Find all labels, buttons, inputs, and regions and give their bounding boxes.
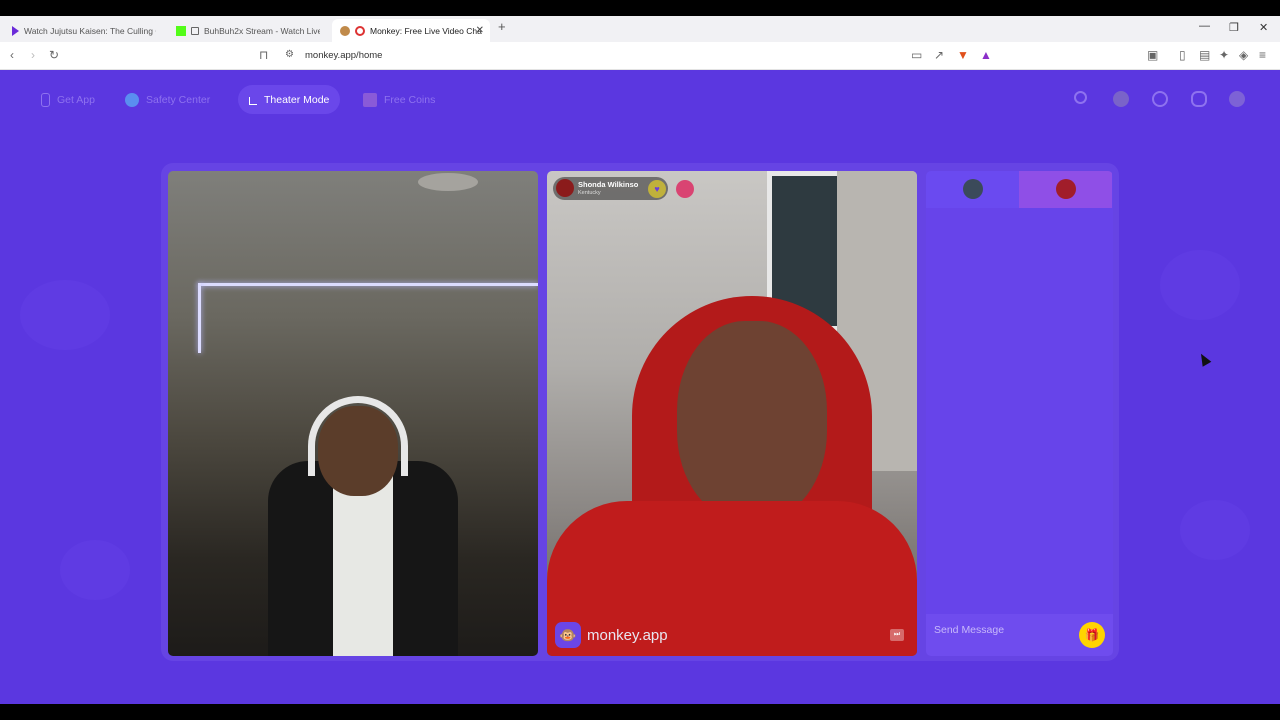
chat-tab-remote[interactable] [1019, 171, 1112, 208]
free-coins-button[interactable]: Free Coins [352, 85, 446, 114]
skip-icon[interactable]: ⏭ [890, 629, 904, 641]
recording-icon [355, 25, 365, 36]
wallet-icon[interactable]: ▤ [1199, 48, 1210, 62]
new-tab-icon[interactable]: + [498, 19, 506, 34]
tab-title: Watch Jujutsu Kaisen: The Culling Ga [24, 25, 156, 36]
chat-input-area: Send Message 🎁 [926, 614, 1113, 656]
play-icon [12, 25, 19, 36]
mute-icon [191, 26, 199, 35]
monkey-menu-icon[interactable] [1229, 91, 1245, 107]
reload-icon[interactable]: ↻ [49, 48, 59, 62]
remote-user-avatar [556, 179, 574, 197]
tab-strip: Watch Jujutsu Kaisen: The Culling Ga Buh… [0, 16, 1280, 42]
cast-icon[interactable]: ▭ [911, 48, 922, 62]
brave-shield-icon[interactable]: ▼ [957, 48, 969, 62]
bg-decoration [1160, 250, 1240, 320]
coins-icon [363, 92, 377, 107]
search-icon[interactable] [1074, 91, 1087, 104]
screenshot-icon[interactable]: ▣ [1147, 48, 1158, 62]
monkey-logo-icon: 🐵 [555, 622, 581, 648]
phone-icon [41, 92, 50, 107]
remote-user-location: Kentucky [578, 190, 601, 196]
monkey-watermark: 🐵 monkey.app [555, 622, 668, 648]
tab-kick[interactable]: BuhBuh2x Stream - Watch Live o [168, 19, 328, 42]
safety-center-button[interactable]: Safety Center [114, 85, 221, 114]
safety-center-label: Safety Center [146, 93, 211, 106]
watermark-text: monkey.app [587, 626, 668, 644]
free-coins-label: Free Coins [384, 93, 436, 106]
get-app-button[interactable]: Get App [30, 85, 106, 114]
bookmark-icon[interactable]: ⊓ [259, 48, 268, 62]
shield-icon [125, 92, 139, 107]
profile-avatar-icon[interactable] [1113, 91, 1129, 107]
kick-icon [176, 25, 186, 36]
back-icon[interactable]: ‹ [10, 48, 14, 62]
restore-icon[interactable]: ❐ [1229, 21, 1239, 34]
menu-icon[interactable]: ≡ [1259, 48, 1266, 62]
leo-ai-icon[interactable]: ✦ [1219, 48, 1229, 62]
remote-chat-avatar [1056, 179, 1076, 199]
remote-user-name: Shonda Wilkinso [578, 180, 639, 189]
close-tab-icon[interactable]: ✕ [476, 25, 484, 36]
expand-icon [249, 97, 257, 105]
ceiling-light [418, 173, 478, 191]
monkey-icon [340, 25, 350, 36]
messages-icon[interactable] [1191, 91, 1207, 107]
local-user-avatar [963, 179, 983, 199]
chat-tab-local[interactable] [926, 171, 1019, 208]
led-strip-vertical [198, 283, 201, 353]
headphones [308, 396, 408, 476]
led-strip [198, 283, 538, 286]
tab-jujutsu[interactable]: Watch Jujutsu Kaisen: The Culling Ga [4, 19, 164, 42]
theater-mode-label: Theater Mode [264, 93, 330, 106]
history-icon[interactable] [1152, 91, 1168, 107]
person-face [677, 321, 827, 521]
site-settings-icon[interactable]: ⚙ [285, 48, 294, 62]
forward-icon[interactable]: › [31, 48, 35, 62]
chat-panel: Send Message 🎁 [926, 171, 1113, 656]
share-icon[interactable]: ↗ [934, 48, 944, 62]
get-app-label: Get App [57, 93, 95, 106]
url-bar[interactable]: monkey.app/home [305, 50, 382, 61]
tab-title: BuhBuh2x Stream - Watch Live o [204, 25, 320, 36]
close-window-icon[interactable]: ✕ [1259, 21, 1268, 34]
person-shirt [333, 471, 393, 656]
bg-decoration [1180, 500, 1250, 560]
minimize-icon[interactable]: — [1199, 20, 1210, 32]
vpn-icon[interactable]: ◈ [1239, 48, 1248, 62]
bg-decoration [20, 280, 110, 350]
tab-title: Monkey: Free Live Video Chat [370, 25, 482, 36]
bottom-black-bar [0, 704, 1280, 720]
theater-mode-button[interactable]: Theater Mode [238, 85, 341, 114]
browser-toolbar: ‹ › ↻ ⊓ ⚙ monkey.app/home ▭ ↗ ▼ ▲ ▣ ▯ ▤ … [0, 42, 1280, 70]
gift-icon[interactable]: 🎁 [1079, 622, 1105, 648]
report-icon[interactable] [676, 180, 694, 198]
tab-monkey[interactable]: Monkey: Free Live Video Chat ✕ [332, 19, 490, 42]
sidebar-icon[interactable]: ▯ [1179, 48, 1186, 62]
screen: Watch Jujutsu Kaisen: The Culling Ga Buh… [0, 0, 1280, 720]
local-video [168, 171, 538, 656]
brave-rewards-icon[interactable]: ▲ [980, 48, 992, 62]
bg-decoration [60, 540, 130, 600]
top-black-bar [0, 0, 1280, 16]
message-input[interactable]: Send Message [934, 624, 1004, 636]
remote-video [547, 171, 917, 656]
heart-icon[interactable]: ♥ [648, 180, 666, 198]
